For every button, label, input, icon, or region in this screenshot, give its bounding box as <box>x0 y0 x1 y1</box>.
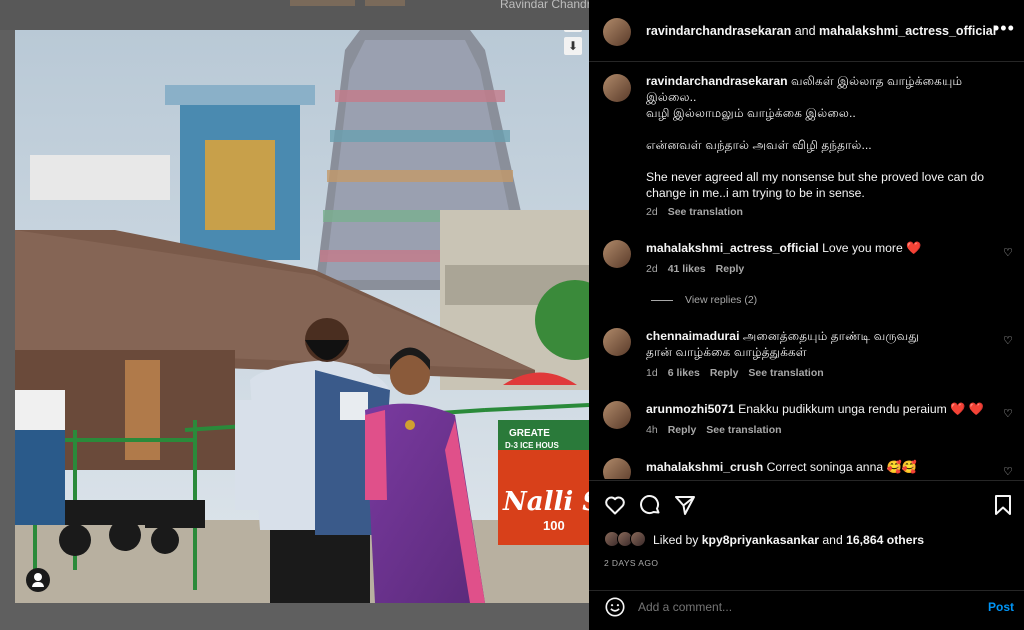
comment-username[interactable]: mahalakshmi_crush <box>646 460 763 474</box>
sign-text: GREATE <box>509 428 550 439</box>
comment-text: mahalakshmi_crush Correct soninga anna 🥰… <box>646 459 996 475</box>
caption-line: இல்லை.. <box>646 90 697 104</box>
comment-input[interactable] <box>638 600 958 614</box>
comment-meta: 1d 6 likes Reply See translation <box>646 367 834 379</box>
bookmark-icon[interactable] <box>991 493 1015 517</box>
add-comment-bar: Post <box>589 590 1024 630</box>
background-thumbnail <box>365 0 405 6</box>
heart-emoji: ❤️ <box>906 241 922 255</box>
caption-line: வலிகள் இல்லாத வாழ்க்கையும் <box>787 74 963 88</box>
avatar[interactable] <box>603 18 631 46</box>
comment-body: Enakku pudikkum unga rendu peraium <box>734 402 951 416</box>
avatar <box>630 531 646 547</box>
comment-meta: 4h Reply See translation <box>646 424 792 436</box>
reply-link[interactable]: Reply <box>716 263 745 275</box>
post-details-panel: ravindarchandrasekaran and mahalakshmi_a… <box>589 0 1024 630</box>
liked-by-summary[interactable]: Liked by kpy8priyankasankar and 16,864 o… <box>653 533 924 547</box>
avatar[interactable] <box>603 240 631 268</box>
post-comment-button[interactable]: Post <box>988 600 1014 614</box>
post-header: ravindarchandrasekaran and mahalakshmi_a… <box>589 0 1024 62</box>
post-date: 2 DAYS AGO <box>604 558 659 568</box>
comment-body: Love you more <box>818 241 907 255</box>
liked-prefix: Liked by <box>653 533 702 547</box>
author-username[interactable]: ravindarchandrasekaran <box>646 24 791 38</box>
comment-time: 2d <box>646 206 658 218</box>
sign-text: Nalli S <box>502 487 589 517</box>
see-translation-link[interactable]: See translation <box>668 206 743 218</box>
see-translation-link[interactable]: See translation <box>706 424 781 436</box>
emoji-icon[interactable] <box>604 596 626 618</box>
like-comment-icon[interactable]: ♡ <box>1003 334 1013 347</box>
authors-connector: and <box>791 24 820 38</box>
comment-username[interactable]: ravindarchandrasekaran <box>646 74 788 88</box>
post-actions: Liked by kpy8priyankasankar and 16,864 o… <box>589 480 1024 590</box>
avatar[interactable] <box>603 401 631 429</box>
like-comment-icon[interactable]: ♡ <box>1003 465 1013 478</box>
comment-text: mahalakshmi_actress_official Love you mo… <box>646 240 996 256</box>
download-icon[interactable]: ⬇ <box>564 30 582 32</box>
coauthor-username[interactable]: mahalakshmi_actress_official <box>819 24 996 38</box>
comment-time: 4h <box>646 424 658 436</box>
sign-text: D-3 ICE HOUS <box>505 441 559 450</box>
caption-line: change in me..i am trying to be in sense… <box>646 186 865 200</box>
view-replies[interactable]: View replies (2) <box>651 294 757 306</box>
comment-body: தான் வாழ்க்கை வாழ்த்துக்கள் <box>646 345 807 359</box>
sign-text: 100 <box>543 518 565 533</box>
download-icon[interactable]: ⬇ <box>564 37 582 55</box>
caption-line: என்னவள் வந்தால் அவள் விழி தந்தால்... <box>646 138 872 152</box>
like-heart-icon[interactable] <box>603 493 627 517</box>
comment-icon[interactable] <box>638 493 662 517</box>
like-comment-icon[interactable]: ♡ <box>1003 246 1013 259</box>
photo-illustration: GREATE D-3 ICE HOUS Nalli S 100 <box>15 30 589 603</box>
comment-username[interactable]: arunmozhi5071 <box>646 402 735 416</box>
tagged-users-icon[interactable] <box>26 568 50 592</box>
caption-text: ravindarchandrasekaran வலிகள் இல்லாத வாழ… <box>646 73 996 201</box>
reply-link[interactable]: Reply <box>710 367 739 379</box>
comment-likes[interactable]: 41 likes <box>668 263 706 275</box>
caption-meta: 2d See translation <box>646 206 753 218</box>
avatar[interactable] <box>603 458 631 479</box>
comment-username[interactable]: mahalakshmi_actress_official <box>646 241 819 255</box>
reply-link[interactable]: Reply <box>668 424 697 436</box>
heart-emoji: ❤️ ❤️ <box>950 402 984 416</box>
smile-emoji: 🥰🥰 <box>886 460 917 474</box>
caption-line: She never agreed all my nonsense but she… <box>646 170 985 184</box>
divider <box>651 299 673 301</box>
comment-username[interactable]: chennaimadurai <box>646 329 739 343</box>
comment-time: 1d <box>646 367 658 379</box>
avatar[interactable] <box>603 328 631 356</box>
share-icon[interactable] <box>673 493 697 517</box>
see-translation-link[interactable]: See translation <box>748 367 823 379</box>
liked-user[interactable]: kpy8priyankasankar <box>702 533 819 547</box>
caption-line: வழி இல்லாமலும் வாழ்க்கை இல்லை.. <box>646 106 856 120</box>
post-photo[interactable]: GREATE D-3 ICE HOUS Nalli S 100 ⬇ ⬇ <box>15 30 589 603</box>
comments-list[interactable]: ravindarchandrasekaran வலிகள் இல்லாத வாழ… <box>589 62 1024 479</box>
avatar[interactable] <box>603 74 631 102</box>
comment-likes[interactable]: 6 likes <box>668 367 700 379</box>
comment-text: chennaimadurai அனைத்தையும் தாண்டி வருவது… <box>646 328 996 360</box>
more-horizontal-icon[interactable]: ••• <box>993 18 1015 39</box>
view-replies-label: View replies (2) <box>685 294 758 306</box>
background-thumbnail <box>290 0 355 6</box>
comment-meta: 2d 41 likes Reply <box>646 263 754 275</box>
liked-mid: and <box>819 533 847 547</box>
comment-text: arunmozhi5071 Enakku pudikkum unga rendu… <box>646 401 996 417</box>
comment-body: அனைத்தையும் தாண்டி வருவது <box>739 329 919 343</box>
like-comment-icon[interactable]: ♡ <box>1003 407 1013 420</box>
comment-body: Correct soninga anna <box>763 460 887 474</box>
liked-count[interactable]: 16,864 others <box>846 533 924 547</box>
post-authors: ravindarchandrasekaran and mahalakshmi_a… <box>646 24 996 38</box>
comment-time: 2d <box>646 263 658 275</box>
